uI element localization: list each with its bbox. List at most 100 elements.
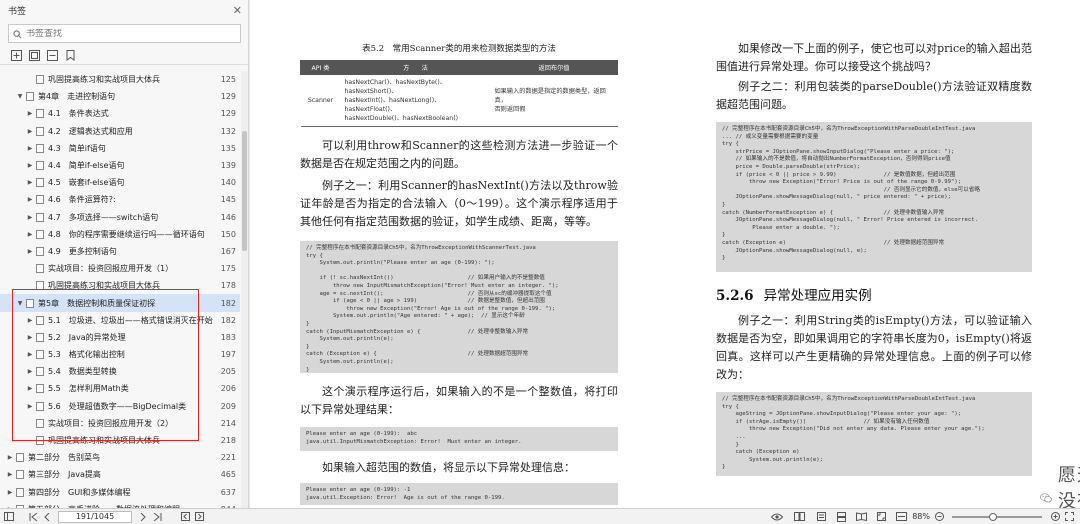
bookmark-label: 巩固提高练习和实战项目大体兵 — [48, 436, 160, 446]
bookmark-item[interactable]: 巩固提高练习和实战项目大体兵 178 — [0, 277, 240, 294]
status-bar: 88% — [0, 508, 1080, 524]
collapsed-arrow-icon[interactable]: ▶ — [26, 214, 34, 221]
bookmark-item[interactable]: ▶ 4.6 条件运算符?: 145 — [0, 191, 240, 208]
page-icon — [26, 92, 34, 102]
collapsed-arrow-icon[interactable]: ▶ — [26, 162, 34, 169]
zoom-level[interactable]: 88% — [912, 512, 930, 521]
bookmark-item[interactable]: ▶ 5.5 怎样利用Math类 206 — [0, 380, 240, 397]
collapsed-arrow-icon[interactable]: ▶ — [26, 110, 34, 117]
collapsed-arrow-icon[interactable]: ▶ — [26, 179, 34, 186]
paragraph: 例子之一：利用String类的isEmpty()方法，可以验证输入数据是否为空，… — [716, 314, 1032, 381]
bookmark-label: 第4章 走进控制语句 — [38, 92, 116, 102]
bookmark-icon[interactable] — [64, 49, 76, 61]
bookmark-item[interactable]: 实战项目：投资回报应用开发（2） 214 — [0, 415, 240, 432]
collapsed-arrow-icon[interactable]: ▶ — [26, 368, 34, 375]
single-page-view-icon[interactable] — [814, 510, 828, 524]
section-heading: 5.2.6 异常处理应用实例 — [716, 284, 1032, 304]
collapse-all-icon[interactable] — [46, 49, 58, 61]
bookmark-label: 实战项目：投资回报应用开发（2） — [48, 418, 174, 428]
bookmark-item[interactable]: ▼ 第4章 走进控制语句 129 — [0, 88, 240, 105]
bookmark-item[interactable]: ▶ 第四部分 GUI和多媒体编程 637 — [0, 484, 240, 501]
next-page-icon[interactable] — [136, 510, 150, 524]
collapsed-arrow-icon[interactable]: ▶ — [26, 128, 34, 135]
bookmark-label: 巩固提高练习和实战项目大体兵 — [48, 75, 160, 85]
collapsed-arrow-icon[interactable]: ▶ — [6, 489, 14, 496]
bookmark-item[interactable]: ▶ 4.8 你的程序需要继续运行吗——循环语句 150 — [0, 226, 240, 243]
bookmark-tree: 巩固提高练习和实战项目大体兵 125 ▼ 第4章 走进控制语句 129 ▶ 4.1 条件表达… — [0, 71, 240, 518]
table-header-return: 返回布尔值 — [490, 60, 618, 75]
book-view-icon[interactable] — [854, 510, 868, 524]
bookmark-item[interactable]: ▼ 第5章 数据控制和质量保证初探 182 — [0, 294, 240, 312]
zoom-slider[interactable] — [952, 512, 1042, 521]
bookmark-item[interactable]: ▶ 4.4 简单if-else语句 139 — [0, 157, 240, 174]
section-number: 5.2.6 — [716, 288, 754, 304]
page-icon — [36, 229, 44, 239]
close-icon[interactable]: ✕ — [233, 4, 242, 17]
bookmark-item[interactable]: 巩固提高练习和实战项目大体兵 218 — [0, 432, 240, 449]
go-forward-icon[interactable] — [192, 510, 206, 524]
bookmark-item[interactable]: ▶ 4.5 嵌套if-else语句 140 — [0, 174, 240, 191]
table-header-api: API 类 — [300, 60, 341, 75]
bookmark-label: 5.5 怎样利用Math类 — [48, 384, 129, 394]
bookmark-page-number: 132 — [220, 126, 236, 136]
bookmark-item[interactable]: 实战项目：投资回报应用开发（1） 175 — [0, 260, 240, 277]
bookmark-item[interactable]: ▶ 5.6 处理超值数字——BigDecimal类 209 — [0, 398, 240, 415]
page-icon — [36, 178, 44, 188]
bookmark-item[interactable]: ▶ 4.7 多项选择——switch语句 146 — [0, 209, 240, 226]
desc-line: 否则返回假 — [494, 106, 526, 113]
collapsed-arrow-icon[interactable]: ▶ — [26, 317, 34, 324]
bookmark-item[interactable]: ▶ 第二部分 告别菜鸟 221 — [0, 449, 240, 466]
collapsed-arrow-icon[interactable]: ▶ — [26, 196, 34, 203]
expanded-arrow-icon[interactable]: ▼ — [16, 300, 24, 307]
zoom-in-icon[interactable] — [1048, 510, 1062, 524]
sidebar-toggle-icon[interactable] — [2, 510, 16, 524]
collapsed-arrow-icon[interactable]: ▶ — [26, 145, 34, 152]
bookmark-page-number: 209 — [220, 401, 236, 411]
sidebar-scrollbar[interactable] — [241, 71, 248, 508]
collapsed-arrow-icon[interactable]: ▶ — [6, 471, 14, 478]
bookmark-page-number: 175 — [220, 264, 236, 274]
collapsed-arrow-icon[interactable]: ▶ — [26, 351, 34, 358]
bookmark-item[interactable]: ▶ 5.4 数据类型转换 205 — [0, 363, 240, 380]
go-back-icon[interactable] — [178, 510, 192, 524]
eye-icon[interactable] — [770, 510, 784, 524]
collapsed-arrow-icon[interactable]: ▶ — [26, 334, 34, 341]
fullscreen-icon[interactable] — [1062, 510, 1076, 524]
collapsed-arrow-icon[interactable]: ▶ — [26, 231, 34, 238]
bookmark-item[interactable]: ▶ 5.2 Java的异常处理 183 — [0, 329, 240, 346]
bookmark-item[interactable]: ▶ 第三部分 Java提高 465 — [0, 466, 240, 483]
code-block: // 完整程序在本书配套资源目录Ch5中，名为ThrowExceptionWit… — [716, 392, 1032, 476]
fit-page-icon[interactable] — [874, 510, 888, 524]
last-page-icon[interactable] — [150, 510, 164, 524]
bookmark-item[interactable]: 巩固提高练习和实战项目大体兵 125 — [0, 71, 240, 88]
two-page-view-icon[interactable] — [792, 510, 806, 524]
page-icon — [36, 315, 44, 325]
add-bookmark-icon[interactable] — [10, 49, 22, 61]
zoom-slider-thumb[interactable] — [988, 512, 997, 521]
collapsed-arrow-icon[interactable]: ▶ — [6, 454, 14, 461]
previous-page-icon[interactable] — [40, 510, 54, 524]
page-number-input[interactable] — [58, 510, 132, 523]
fit-width-icon[interactable] — [894, 510, 908, 524]
zoom-out-icon[interactable] — [932, 510, 946, 524]
collapsed-arrow-icon[interactable]: ▶ — [26, 248, 34, 255]
first-page-icon[interactable] — [26, 510, 40, 524]
bookmark-label: 4.7 多项选择——switch语句 — [48, 212, 159, 222]
expanded-arrow-icon[interactable]: ▼ — [16, 93, 24, 100]
bookmark-item[interactable]: ▶ 4.2 逻辑表达式和应用 132 — [0, 123, 240, 140]
bookmark-item[interactable]: ▶ 4.9 更多控制语句 167 — [0, 243, 240, 260]
collapsed-arrow-icon[interactable]: ▶ — [26, 403, 34, 410]
bookmark-item[interactable]: ▶ 4.1 条件表达式 129 — [0, 105, 240, 122]
sidebar-scroll-thumb[interactable] — [242, 131, 247, 251]
bookmark-item[interactable]: ▶ 5.3 格式化输出控制 197 — [0, 346, 240, 363]
bookmark-search-input[interactable] — [26, 28, 226, 39]
document-view[interactable]: 表5.2 常用Scanner类的用来检测数据类型的方法 API 类 方 法 返回… — [250, 0, 1080, 508]
continuous-view-icon[interactable] — [834, 510, 848, 524]
bookmark-search-box[interactable] — [8, 24, 241, 43]
expand-all-icon[interactable] — [28, 49, 40, 61]
collapsed-arrow-icon[interactable]: ▶ — [26, 385, 34, 392]
bookmark-item[interactable]: ▶ 4.3 简单if语句 135 — [0, 140, 240, 157]
bookmark-item[interactable]: ▶ 5.1 垃圾进、垃圾出——格式错误消灭在开始 182 — [0, 312, 240, 329]
bookmark-label: 第二部分 告别菜鸟 — [28, 453, 100, 463]
page-icon — [36, 195, 44, 205]
